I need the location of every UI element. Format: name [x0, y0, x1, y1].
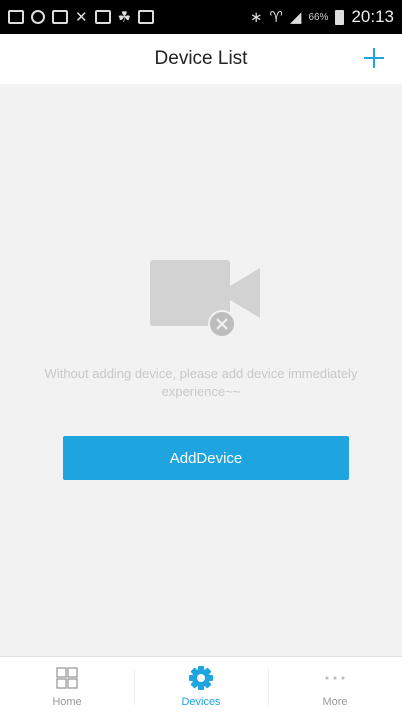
tab-more[interactable]: More	[268, 657, 402, 715]
tab-more-label: More	[322, 695, 348, 708]
status-system: ∗ ♈ ◢ 66% 20:13	[250, 7, 394, 27]
app-icon	[94, 10, 111, 24]
empty-message-line1: Without adding device, please add device…	[44, 366, 358, 381]
add-device-button[interactable]: AddDevice	[63, 436, 349, 480]
notification-icon	[31, 10, 45, 24]
bluetooth-icon: ∗	[249, 8, 263, 26]
app-screen: ✕ ☘ ∗ ♈ ◢ 66% 20:13 Device List Without …	[0, 0, 402, 715]
signal-icon: ◢	[289, 8, 302, 26]
grid-icon	[54, 665, 80, 691]
wifi-icon: ♈	[269, 8, 283, 26]
missed-call-icon: ✕	[75, 8, 88, 26]
cat-icon: ☘	[117, 8, 132, 26]
battery-icon	[335, 9, 345, 25]
empty-message: Without adding device, please add device…	[10, 365, 392, 401]
plus-icon[interactable]	[360, 44, 388, 72]
status-notifications: ✕ ☘	[8, 8, 155, 26]
nav-bar: Device List	[0, 34, 402, 84]
tab-home-label: Home	[52, 695, 82, 708]
status-time: 20:13	[351, 7, 394, 26]
gallery-icon	[52, 10, 68, 24]
tab-devices[interactable]: Devices	[134, 657, 268, 715]
more-icon	[322, 665, 348, 691]
battery-percent: 66%	[308, 11, 329, 23]
message-icon	[8, 10, 24, 24]
camera-offline-icon	[148, 258, 264, 338]
tab-devices-label: Devices	[181, 695, 221, 708]
gear-icon	[188, 665, 214, 691]
status-bar: ✕ ☘ ∗ ♈ ◢ 66% 20:13	[0, 0, 402, 34]
app-icon-2	[138, 10, 155, 24]
page-title: Device List	[154, 48, 248, 69]
tab-home[interactable]: Home	[0, 657, 134, 715]
empty-message-line2: experience~~	[161, 384, 241, 399]
tab-bar: Home Devices More	[0, 656, 402, 715]
